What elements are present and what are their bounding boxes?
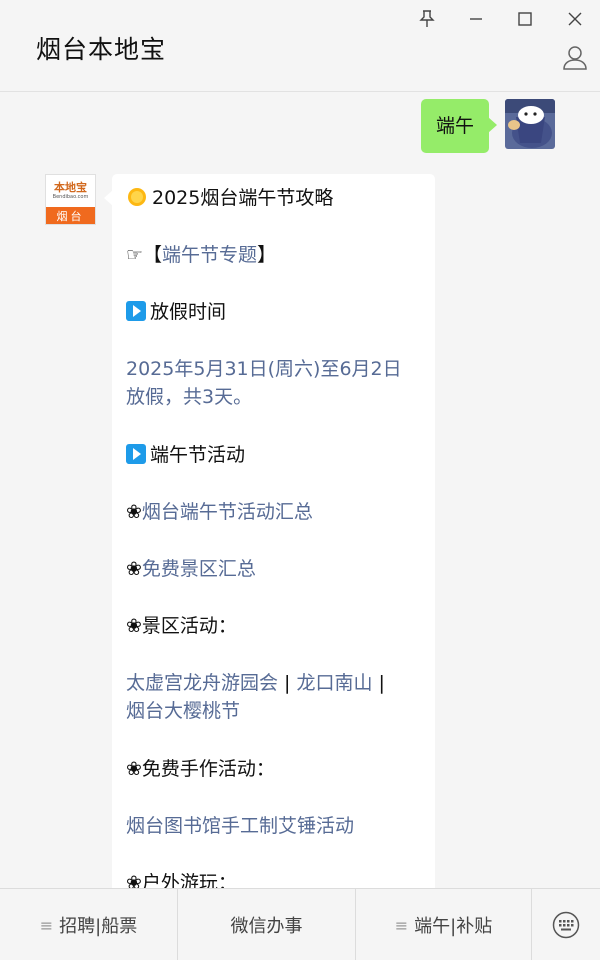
free-scenic-line: ❀免费景区汇总 [126,555,256,583]
activities-heading-text: 端午节活动 [150,444,246,466]
scenic-heading: ❀景区活动： [126,612,237,640]
topic-line: ☞【端午节专题】 [126,241,276,269]
topic-link[interactable]: 端午节专题 [162,244,257,266]
flower-icon: ❀ [126,758,142,780]
longkou-nanshan-link[interactable]: 龙口南山 [297,672,373,694]
activities-link-line: ❀烟台端午节活动汇总 [126,498,313,526]
craft-heading: ❀免费手作活动： [126,755,275,783]
menu-label: 端午|补贴 [414,916,493,937]
flower-icon: ❀ [126,872,142,888]
chat-area[interactable]: 端午 本地宝 Bendibao.com 烟台 2025烟台端午节攻略 ☞【端午节… [0,93,600,888]
topic-suffix: 】 [257,244,277,266]
maximize-icon[interactable] [512,6,538,32]
sent-message: 端午 [420,99,555,153]
official-account-avatar[interactable]: 本地宝 Bendibao.com 烟台 [45,174,96,225]
my-avatar[interactable] [505,99,555,149]
cherry-festival-link[interactable]: 烟台大樱桃节 [126,700,240,722]
outdoor-heading: ❀户外游玩： [126,869,237,888]
flower-icon: ❀ [126,501,142,523]
bottom-menu: ≡ 招聘|船票 微信办事 ≡ 端午|补贴 [0,888,600,960]
logo-text: 本地宝 [54,180,87,194]
play-icon [126,444,146,464]
guide-title: 2025烟台端午节攻略 [126,184,333,212]
holiday-date-line-2[interactable]: 放假，共3天。 [126,383,252,411]
menu-list-icon: ≡ [394,915,409,935]
sun-icon [126,186,148,208]
holiday-heading-text: 放假时间 [150,301,227,323]
received-bubble: 2025烟台端午节攻略 ☞【端午节专题】 放假时间 2025年5月31日(周六)… [104,174,435,888]
logo-url: Bendibao.com [52,193,89,200]
scenic-links-line-1: 太虚宫龙舟游园会 | 龙口南山 | [126,669,385,697]
flower-icon: ❀ [126,615,142,637]
holiday-date-line-1[interactable]: 2025年5月31日(周六)至6月2日 [126,355,402,383]
scenic-links-line-2: 烟台大樱桃节 [126,697,240,725]
holiday-heading: 放假时间 [126,298,226,326]
menu-dragon-boat-subsidy[interactable]: ≡ 端午|补贴 [356,889,532,960]
outdoor-heading-text: 户外游玩： [141,872,237,888]
menu-label: 招聘|船票 [59,916,138,937]
menu-list-icon: ≡ [39,915,54,935]
menu-recruit-ferry[interactable]: ≡ 招聘|船票 [0,889,178,960]
sent-bubble[interactable]: 端午 [420,99,498,153]
guide-title-text: 2025烟台端午节攻略 [152,187,334,209]
free-scenic-link[interactable]: 免费景区汇总 [142,558,256,580]
dragon-boat-link[interactable]: 太虚宫龙舟游园会 [126,672,278,694]
title-bar: 烟台本地宝 [0,0,600,92]
user-icon[interactable] [560,42,590,72]
menu-wechat-services[interactable]: 微信办事 [178,889,356,960]
chat-title: 烟台本地宝 [36,35,167,64]
activities-summary-link[interactable]: 烟台端午节活动汇总 [142,501,313,523]
minimize-icon[interactable] [463,6,489,32]
link-separator: | [278,672,297,694]
activities-heading: 端午节活动 [126,441,245,469]
logo-city: 烟台 [46,207,95,224]
close-icon[interactable] [562,6,588,32]
topic-prefix: ☞【 [126,244,163,266]
pin-icon[interactable] [414,6,440,32]
library-craft-link[interactable]: 烟台图书馆手工制艾锤活动 [126,812,354,840]
keyboard-icon[interactable] [532,889,600,960]
link-separator: | [372,672,385,694]
craft-heading-text: 免费手作活动： [141,758,275,780]
scenic-heading-text: 景区活动： [141,615,237,637]
play-icon [126,301,146,321]
menu-label: 微信办事 [230,916,303,937]
logo-area: 本地宝 Bendibao.com [46,175,95,207]
flower-icon: ❀ [126,558,142,580]
